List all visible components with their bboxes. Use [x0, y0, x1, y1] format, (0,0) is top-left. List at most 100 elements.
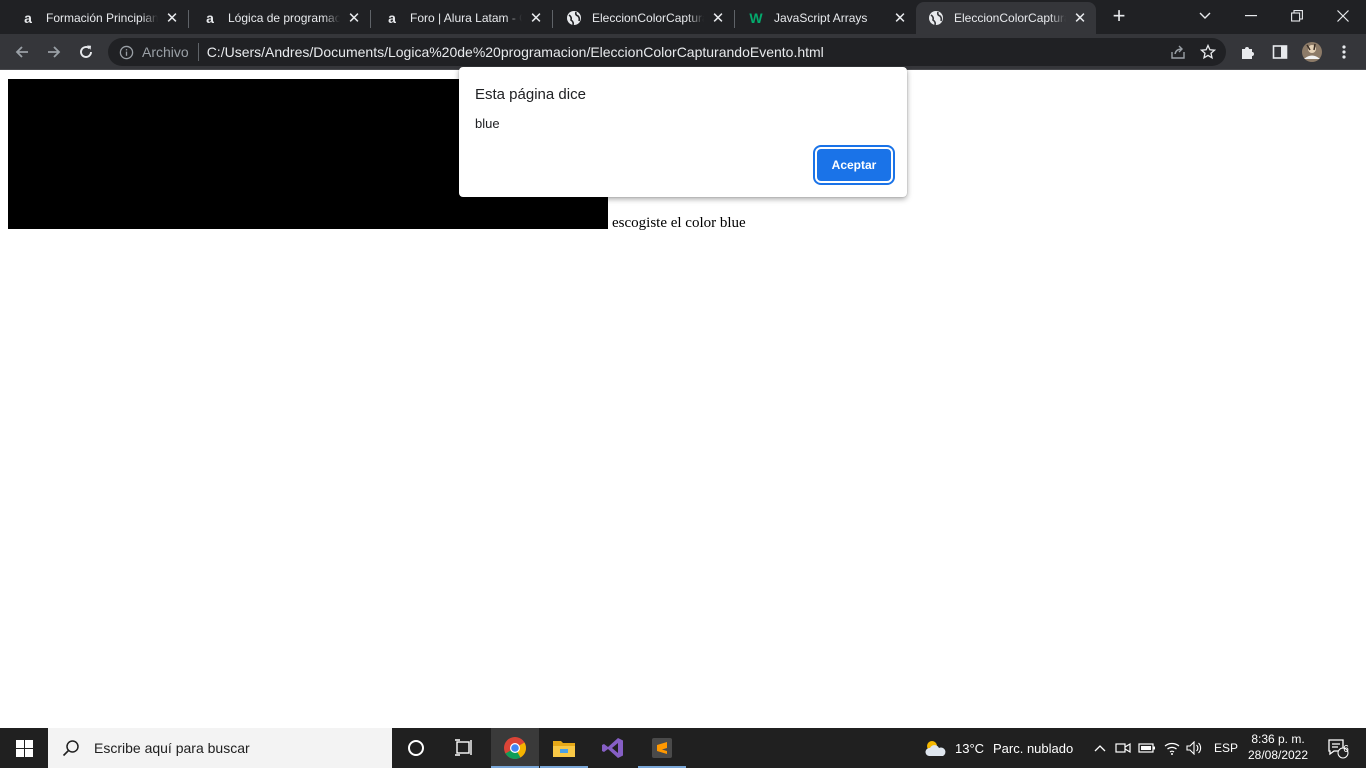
forward-button[interactable]: [40, 38, 68, 66]
partly-cloudy-icon: [925, 741, 946, 756]
alura-a-icon: a: [24, 10, 32, 26]
extensions-button[interactable]: [1234, 38, 1262, 66]
globe-icon: [566, 10, 582, 26]
alura-a-icon: a: [388, 10, 396, 26]
restore-button[interactable]: [1274, 0, 1320, 32]
avatar: [1302, 42, 1322, 62]
tab-title: EleccionColorCapturando: [592, 11, 704, 25]
tab-foro[interactable]: a Foro | Alura Latam - Cursos ✕: [372, 2, 553, 34]
browser-toolbar: Archivo C:/Users/Andres/Documents/Logica…: [0, 34, 1366, 70]
profile-button[interactable]: [1298, 38, 1326, 66]
tab-eleccion-1[interactable]: EleccionColorCapturando ✕: [554, 2, 735, 34]
dialog-message: blue: [475, 116, 500, 131]
action-center-button[interactable]: 6: [1318, 728, 1358, 768]
tab-search-button[interactable]: [1182, 0, 1228, 32]
tab-title: Foro | Alura Latam - Cursos: [410, 11, 522, 25]
tab-javascript-arrays[interactable]: W JavaScript Arrays ✕: [736, 2, 916, 34]
tab-formacion[interactable]: a Formación Principiante ✕: [8, 2, 189, 34]
globe-icon: [928, 10, 944, 26]
battery-button[interactable]: [1137, 728, 1157, 768]
kebab-menu-icon: [1342, 45, 1346, 59]
tab-title: Formación Principiante: [46, 11, 158, 25]
cortana-button[interactable]: [392, 728, 440, 768]
speaker-icon: [1186, 741, 1202, 755]
battery-icon: [1138, 743, 1155, 753]
chrome-icon: [504, 737, 526, 759]
chosen-color-text: escogiste el color blue: [612, 215, 746, 231]
reload-button[interactable]: [72, 38, 100, 66]
clock-time: 8:36 p. m.: [1251, 732, 1305, 746]
sublime-text-icon: [652, 738, 672, 758]
accept-button[interactable]: Aceptar: [817, 149, 891, 181]
close-icon[interactable]: ✕: [710, 10, 726, 27]
alura-a-icon: a: [206, 10, 214, 26]
tab-strip: a Formación Principiante ✕ a Lógica de p…: [0, 0, 1366, 34]
address-bar[interactable]: Archivo C:/Users/Andres/Documents/Logica…: [108, 38, 1226, 66]
weather-desc[interactable]: Parc. nublado: [993, 741, 1073, 756]
back-button[interactable]: [8, 38, 36, 66]
tab-divider: [188, 10, 189, 28]
close-icon[interactable]: ✕: [346, 10, 362, 27]
weather-widget-icon-button[interactable]: [918, 728, 952, 768]
security-chip[interactable]: Archivo: [142, 44, 189, 60]
folder-icon: [553, 741, 575, 757]
clock-date: 28/08/2022: [1247, 748, 1309, 762]
show-hidden-icons-button[interactable]: [1090, 728, 1110, 768]
restore-icon: [1291, 10, 1303, 22]
camera-icon: [1115, 742, 1131, 754]
tab-title: JavaScript Arrays: [774, 11, 868, 25]
notification-count: 6: [1343, 744, 1349, 755]
minimize-button[interactable]: [1228, 0, 1274, 32]
windows-taskbar: Escribe aquí para buscar 13°C Parc. nubl…: [0, 728, 1366, 768]
dialog-title: Esta página dice: [475, 86, 586, 103]
language-indicator[interactable]: ESP: [1214, 741, 1238, 755]
tab-divider: [552, 10, 553, 28]
visual-studio-icon: [602, 738, 623, 758]
alert-dialog: Esta página dice blue Aceptar: [459, 67, 907, 197]
meet-now-button[interactable]: [1113, 728, 1133, 768]
cortana-icon: [408, 740, 424, 756]
side-panel-icon: [1272, 45, 1288, 59]
info-icon[interactable]: [118, 44, 134, 60]
close-icon[interactable]: ✕: [1072, 10, 1088, 27]
sublime-text-button[interactable]: [638, 728, 686, 768]
menu-button[interactable]: [1330, 38, 1358, 66]
close-window-button[interactable]: [1320, 0, 1366, 32]
task-view-button[interactable]: [440, 728, 488, 768]
close-icon[interactable]: ✕: [528, 10, 544, 27]
tab-divider: [370, 10, 371, 28]
url-text[interactable]: C:/Users/Andres/Documents/Logica%20de%20…: [207, 44, 824, 60]
star-icon: [1200, 44, 1216, 60]
reload-icon: [80, 45, 92, 58]
search-placeholder: Escribe aquí para buscar: [94, 740, 250, 756]
taskbar-search[interactable]: Escribe aquí para buscar: [48, 728, 392, 768]
new-tab-button[interactable]: +: [1106, 5, 1132, 28]
minimize-icon: [1245, 15, 1257, 17]
volume-button[interactable]: [1184, 728, 1204, 768]
tab-logica[interactable]: a Lógica de programación ✕: [190, 2, 371, 34]
side-panel-button[interactable]: [1266, 38, 1294, 66]
windows-logo-icon: [15, 739, 33, 757]
clock[interactable]: 8:36 p. m. 28/08/2022: [1240, 731, 1316, 763]
tab-title: EleccionColorCapturando: [954, 11, 1066, 25]
start-button[interactable]: [0, 728, 48, 768]
visual-studio-button[interactable]: [589, 728, 637, 768]
search-icon: [62, 740, 79, 757]
chevron-up-icon: [1094, 745, 1106, 752]
bookmark-button[interactable]: [1194, 38, 1222, 66]
chevron-down-icon: [1199, 12, 1211, 19]
omnibox-divider: [197, 43, 199, 61]
share-button[interactable]: [1164, 38, 1192, 66]
arrow-right-icon: [48, 46, 61, 58]
close-icon[interactable]: ✕: [892, 10, 908, 27]
tab-eleccion-active[interactable]: EleccionColorCapturando ✕: [916, 2, 1096, 34]
weather-temp[interactable]: 13°C: [955, 741, 984, 756]
network-button[interactable]: [1161, 728, 1183, 768]
file-explorer-button[interactable]: [540, 728, 588, 768]
chrome-taskbar-button[interactable]: [491, 728, 539, 768]
puzzle-icon: [1242, 47, 1254, 59]
close-icon[interactable]: ✕: [164, 10, 180, 27]
share-icon: [1171, 45, 1185, 59]
wifi-icon: [1164, 742, 1180, 755]
task-view-icon: [455, 739, 472, 756]
